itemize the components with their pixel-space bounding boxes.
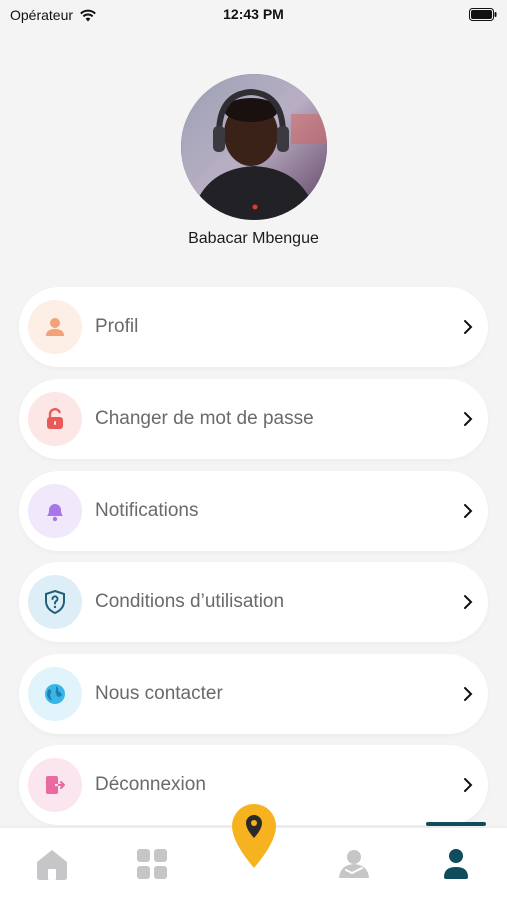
chevron-right-icon (461, 777, 475, 793)
user-icon (444, 849, 468, 879)
chevron-right-icon (461, 319, 475, 335)
menu-item-nous-contacter[interactable]: Nous contacter (19, 654, 488, 734)
shield-question-icon (28, 575, 82, 629)
menu-item-label: Notifications (95, 500, 199, 521)
status-bar: Opérateur 12:43 PM (0, 0, 507, 30)
handshake-icon (339, 850, 369, 878)
profile-name: Babacar Mbengue (188, 230, 319, 247)
grid-icon (137, 849, 167, 879)
avatar[interactable] (181, 74, 327, 220)
logout-icon (28, 758, 82, 812)
active-tab-indicator (426, 822, 486, 826)
menu-item-conditions[interactable]: Conditions d’utilisation (19, 562, 488, 642)
tab-handshake[interactable] (324, 828, 384, 900)
tab-home[interactable] (22, 828, 82, 900)
tab-grid[interactable] (122, 828, 182, 900)
battery-icon (469, 8, 497, 24)
globe-icon (28, 667, 82, 721)
tab-profile[interactable] (426, 828, 486, 900)
menu-item-changer-mot-de-passe[interactable]: Changer de mot de passe (19, 379, 488, 459)
unlock-icon (28, 392, 82, 446)
chevron-right-icon (461, 503, 475, 519)
chevron-right-icon (461, 411, 475, 427)
menu-item-label: Profil (95, 316, 139, 337)
user-icon (28, 300, 82, 354)
menu-item-label: Changer de mot de passe (95, 408, 314, 429)
menu-item-label: Conditions d’utilisation (95, 591, 285, 612)
menu-item-label: Déconnexion (95, 774, 206, 795)
home-icon (37, 850, 67, 880)
map-pin-icon (232, 804, 276, 868)
menu-item-label: Nous contacter (95, 683, 223, 704)
bell-icon (28, 484, 82, 538)
chevron-right-icon (461, 686, 475, 702)
chevron-right-icon (461, 594, 475, 610)
menu-item-profil[interactable]: Profil (19, 287, 488, 367)
map-fab-button[interactable] (228, 800, 280, 870)
menu-item-notifications[interactable]: Notifications (19, 471, 488, 551)
status-time: 12:43 PM (223, 6, 284, 22)
